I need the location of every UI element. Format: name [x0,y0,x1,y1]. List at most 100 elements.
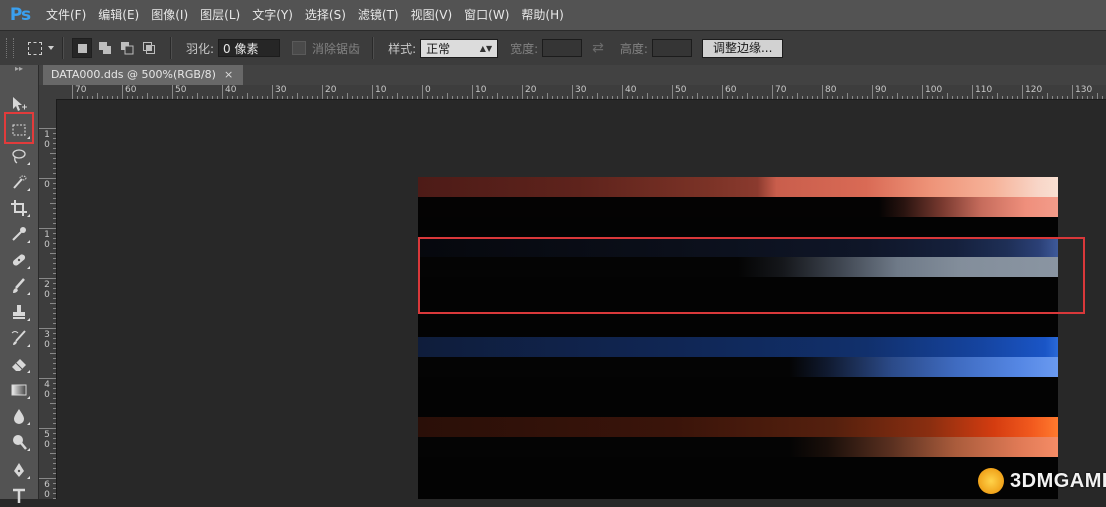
ruler-minor-tick [842,96,843,99]
ruler-minor-tick [53,393,56,394]
menu-help[interactable]: 帮助(H) [515,0,569,30]
ruler-origin[interactable] [39,85,57,99]
clone-stamp-icon[interactable] [6,301,32,323]
menu-type[interactable]: 文字(Y) [246,0,299,30]
brush-icon[interactable] [6,275,32,297]
ruler-minor-tick [1047,93,1048,99]
ruler-minor-tick [162,96,163,99]
crop-icon[interactable] [6,197,32,219]
ruler-minor-tick [587,96,588,99]
ruler-minor-tick [787,96,788,99]
document-image[interactable] [418,177,1058,499]
menu-filter[interactable]: 滤镜(T) [352,0,405,30]
ruler-minor-tick [857,96,858,99]
menu-edit[interactable]: 编辑(E) [92,0,145,30]
ruler-minor-tick [1042,96,1043,99]
app-logo: Ps [9,5,31,25]
ruler-minor-tick [437,96,438,99]
antialias-checkbox[interactable] [292,41,307,55]
intersect-selection-button[interactable] [140,39,158,57]
quick-selection-icon[interactable] [6,171,32,193]
height-input[interactable] [651,39,692,57]
gradient-icon[interactable] [6,379,32,401]
ruler-minor-tick [192,96,193,99]
subtract-from-selection-button[interactable] [118,39,136,57]
swap-icon[interactable]: ⇄ [592,40,604,56]
ruler-minor-tick [452,96,453,99]
feather-input[interactable]: 0 像素 [218,39,281,57]
ruler-minor-tick [542,96,543,99]
width-input[interactable] [542,39,583,57]
toolbox-grip[interactable]: ▸▸ [0,65,38,74]
ruler-major-tick [972,85,973,99]
ruler-minor-tick [142,96,143,99]
menu-window[interactable]: 窗口(W) [458,0,515,30]
ruler-minor-tick [1057,96,1058,99]
ruler-label: 3 [44,330,50,340]
ruler-minor-tick [77,96,78,99]
ruler-minor-tick [537,96,538,99]
ruler-minor-tick [53,368,56,369]
ruler-minor-tick [202,96,203,99]
type-icon[interactable] [6,485,32,507]
ruler-minor-tick [53,463,56,464]
ruler-minor-tick [667,96,668,99]
ruler-minor-tick [427,96,428,99]
history-brush-icon[interactable] [6,327,32,349]
ruler-minor-tick [627,96,628,99]
ruler-minor-tick [877,96,878,99]
menu-image[interactable]: 图像(I) [145,0,194,30]
texture-band-red [418,177,1058,197]
horizontal-ruler[interactable]: 70 60 50 40 30 20 10 0 10 20 30 40 50 60 70 80 90 100 110 1… [57,85,1106,100]
refine-edge-button[interactable]: 调整边缘... [701,38,784,58]
ruler-major-tick [222,85,223,99]
pen-icon[interactable] [6,459,32,481]
eraser-icon[interactable] [6,353,32,375]
ruler-major-tick [122,85,123,99]
ruler-minor-tick [432,96,433,99]
ruler-major-tick [522,85,523,99]
menu-file[interactable]: 文件(F) [40,0,92,30]
ruler-minor-tick [127,96,128,99]
style-select[interactable]: 正常 ▲▼ [420,38,499,58]
ruler-label: 70 [75,85,87,95]
healing-brush-icon[interactable] [6,249,32,271]
height-label: 高度: [619,41,648,56]
ruler-major-tick [39,228,56,229]
ruler-minor-tick [642,96,643,99]
ruler-minor-tick [682,96,683,99]
vertical-ruler[interactable]: 100102030405060 [39,99,57,499]
menu-select[interactable]: 选择(S) [299,0,352,30]
divider [372,37,375,59]
ruler-minor-tick [53,413,56,414]
selected-tool-highlight [4,112,34,144]
eyedropper-icon[interactable] [6,223,32,245]
ruler-minor-tick [617,96,618,99]
ruler-label: 130 [1075,85,1093,95]
new-selection-button[interactable] [72,38,92,58]
close-icon[interactable]: × [224,65,233,85]
menu-view[interactable]: 视图(V) [405,0,459,30]
ruler-major-tick [39,378,56,379]
ruler-minor-tick [782,96,783,99]
ruler-minor-tick [247,93,248,99]
ruler-minor-tick [497,93,498,99]
blur-icon[interactable] [6,405,32,427]
document-tab[interactable]: DATA000.dds @ 500%(RGB/8) × [43,65,244,85]
tool-preset-picker[interactable] [24,37,54,59]
options-bar-grip[interactable] [6,38,14,58]
ruler-minor-tick [577,96,578,99]
ruler-major-tick [572,85,573,99]
ruler-minor-tick [792,96,793,99]
ruler-minor-tick [102,96,103,99]
ruler-minor-tick [157,96,158,99]
ruler-major-tick [772,85,773,99]
dodge-icon[interactable] [6,431,32,453]
ruler-label: 6 [44,480,50,490]
ruler-label: 20 [525,85,537,95]
ruler-minor-tick [1067,96,1068,99]
menu-layer[interactable]: 图层(L) [194,0,246,30]
add-to-selection-button[interactable] [96,39,114,57]
lasso-icon[interactable] [6,145,32,167]
ruler-label: 0 [44,140,50,150]
